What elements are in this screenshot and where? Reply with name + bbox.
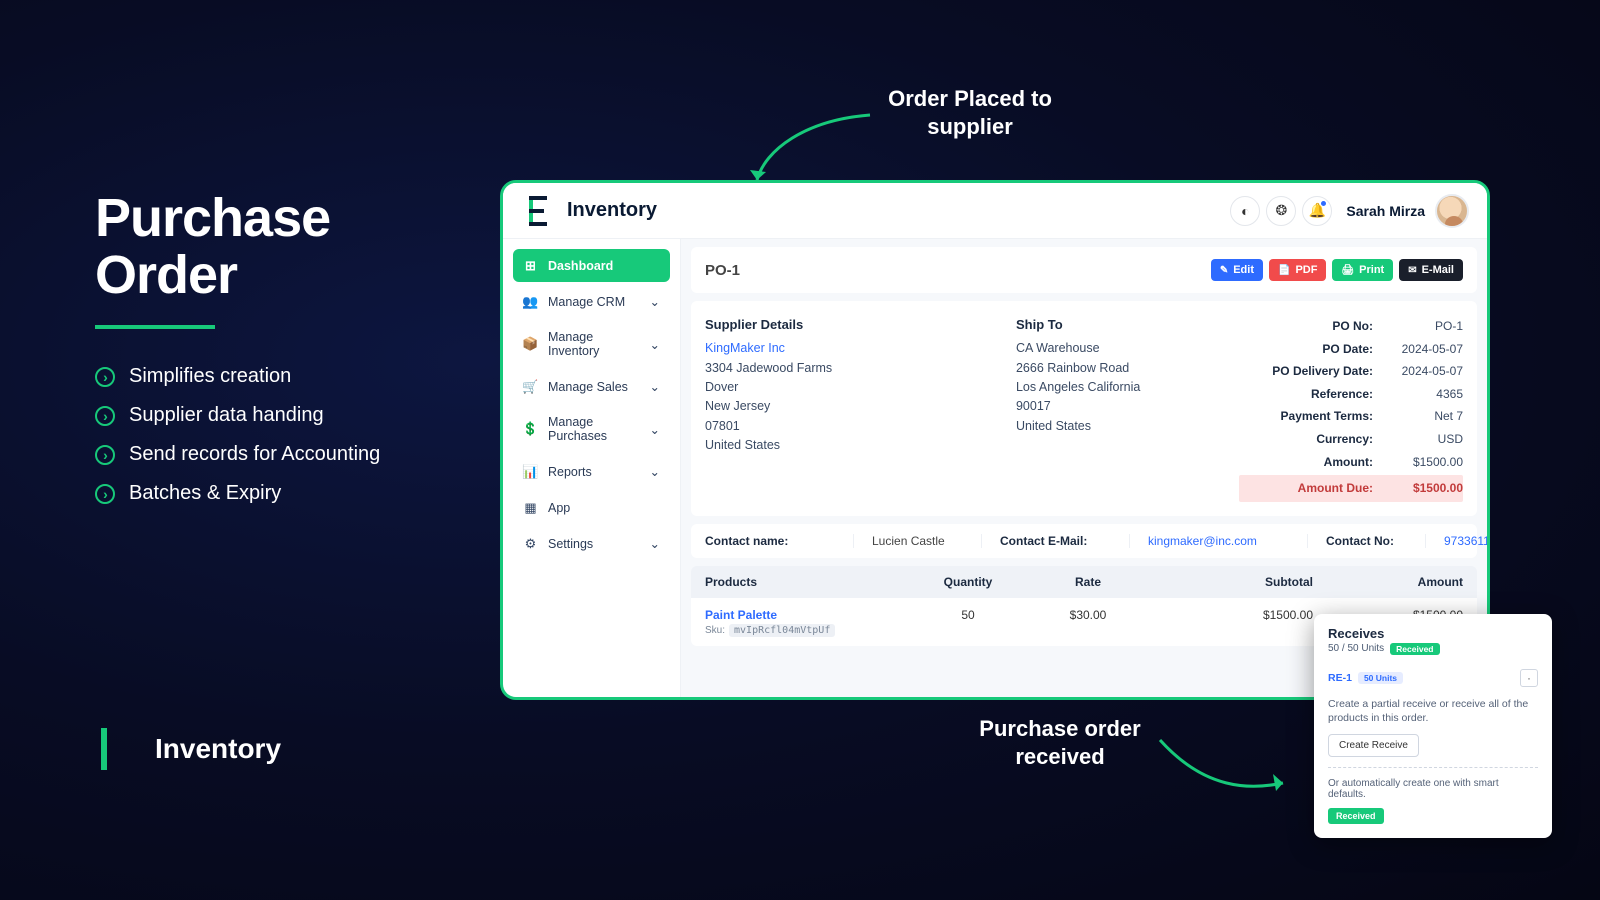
printer-icon: 🖨 bbox=[1341, 265, 1354, 276]
notifications-button[interactable]: 🔔 bbox=[1302, 196, 1332, 226]
units-badge: 50 Units bbox=[1358, 672, 1403, 684]
sidebar-item-label: Settings bbox=[548, 537, 593, 551]
receives-popup: Receives 50 / 50 Units Received RE-1 50 … bbox=[1314, 614, 1552, 838]
moon-icon: ◐ bbox=[1241, 203, 1249, 219]
receives-hint: Create a partial receive or receive all … bbox=[1328, 697, 1538, 726]
app-title: Inventory bbox=[567, 199, 657, 222]
chevron-down-icon: ⌄ bbox=[650, 379, 660, 394]
pencil-icon: ✎ bbox=[1220, 265, 1228, 276]
sidebar-item-label: Dashboard bbox=[548, 259, 613, 273]
sidebar-item-sales[interactable]: 🛒 Manage Sales ⌄ bbox=[513, 370, 670, 403]
promo-title: Purchase Order bbox=[95, 190, 465, 303]
sidebar-item-purchases[interactable]: 💲 Manage Purchases ⌄ bbox=[513, 406, 670, 452]
brand-logo: Inventory bbox=[95, 728, 281, 770]
chevron-down-icon: ⌄ bbox=[650, 422, 660, 437]
receives-units: 50 / 50 Units Received bbox=[1328, 643, 1538, 655]
supplier-details: Supplier Details KingMaker Inc 3304 Jade… bbox=[705, 315, 1016, 502]
sidebar-item-label: App bbox=[548, 501, 570, 515]
sidebar-item-inventory[interactable]: 📦 Manage Inventory ⌄ bbox=[513, 321, 670, 367]
supplier-name-link[interactable]: KingMaker Inc bbox=[705, 339, 1016, 358]
divider bbox=[1328, 767, 1538, 768]
received-button[interactable]: Received bbox=[1328, 808, 1384, 824]
sidebar-item-label: Manage Purchases bbox=[548, 415, 640, 443]
chevron-right-icon bbox=[95, 406, 115, 426]
contact-email-link[interactable]: kingmaker@inc.com bbox=[1148, 534, 1257, 548]
dashboard-icon: ⊞ bbox=[523, 258, 538, 273]
promo-bullet: Supplier data handing bbox=[95, 404, 465, 427]
theme-toggle[interactable]: ◐ bbox=[1230, 196, 1260, 226]
chevron-right-icon bbox=[95, 484, 115, 504]
gear-icon: ⚙ bbox=[523, 536, 538, 551]
amount-due: Amount Due:$1500.00 bbox=[1239, 475, 1463, 502]
po-topbar: PO-1 ✎Edit 📄PDF 🖨Print ✉E-Mail bbox=[691, 247, 1477, 293]
file-icon: 📄 bbox=[1278, 265, 1290, 276]
avatar bbox=[1435, 194, 1469, 228]
promo-bullet: Batches & Expiry bbox=[95, 482, 465, 505]
leaf-icon: ❂ bbox=[1276, 202, 1288, 219]
logo-icon bbox=[525, 196, 555, 226]
box-icon: 📦 bbox=[523, 337, 538, 352]
callout-top: Order Placed to supplier bbox=[870, 85, 1070, 140]
chevron-right-icon bbox=[95, 445, 115, 465]
callout-bottom: Purchase order received bbox=[960, 715, 1160, 770]
promo-underline bbox=[95, 325, 215, 329]
receive-id-link[interactable]: RE-1 bbox=[1328, 672, 1352, 684]
create-receive-button[interactable]: Create Receive bbox=[1328, 734, 1419, 757]
chevron-down-icon: ⌄ bbox=[650, 464, 660, 479]
po-meta: PO No:PO-1 PO Date:2024-05-07 PO Deliver… bbox=[1239, 315, 1463, 502]
sidebar-item-crm[interactable]: 👥 Manage CRM ⌄ bbox=[513, 285, 670, 318]
pdf-button[interactable]: 📄PDF bbox=[1269, 259, 1326, 281]
logo-icon bbox=[95, 728, 137, 770]
print-button[interactable]: 🖨Print bbox=[1332, 259, 1393, 281]
appbar: Inventory ◐ ❂ 🔔 Sarah Mirza bbox=[503, 183, 1487, 239]
promo-bullets: Simplifies creation Supplier data handin… bbox=[95, 365, 465, 505]
eco-button[interactable]: ❂ bbox=[1266, 196, 1296, 226]
grid-icon: ▦ bbox=[523, 500, 538, 515]
contact-bar: Contact name: Lucien Castle Contact E-Ma… bbox=[691, 524, 1477, 558]
contact-phone-link[interactable]: 9733611963 bbox=[1444, 534, 1487, 548]
product-link[interactable]: Paint Palette bbox=[705, 608, 913, 622]
email-button[interactable]: ✉E-Mail bbox=[1399, 259, 1463, 281]
expand-button[interactable]: · bbox=[1520, 669, 1538, 687]
sidebar-item-settings[interactable]: ⚙ Settings ⌄ bbox=[513, 527, 670, 560]
user-menu[interactable]: Sarah Mirza bbox=[1346, 194, 1469, 228]
brand-name: Inventory bbox=[155, 733, 281, 765]
chevron-right-icon bbox=[95, 367, 115, 387]
po-details-card: Supplier Details KingMaker Inc 3304 Jade… bbox=[691, 301, 1477, 516]
arrow-icon bbox=[1155, 735, 1295, 810]
cart-icon: 🛒 bbox=[523, 379, 538, 394]
sidebar-item-label: Reports bbox=[548, 465, 592, 479]
sidebar-item-app[interactable]: ▦ App bbox=[513, 491, 670, 524]
sidebar-item-label: Manage CRM bbox=[548, 295, 625, 309]
po-title: PO-1 bbox=[705, 262, 740, 279]
status-badge: Received bbox=[1390, 643, 1439, 655]
receives-auto-hint: Or automatically create one with smart d… bbox=[1328, 778, 1538, 800]
app-brand: Inventory bbox=[525, 196, 657, 226]
receives-title: Receives bbox=[1328, 626, 1538, 641]
dollar-icon: 💲 bbox=[523, 422, 538, 437]
sidebar: ⊞ Dashboard 👥 Manage CRM ⌄ 📦 Manage Inve… bbox=[503, 239, 681, 697]
promo-bullet: Simplifies creation bbox=[95, 365, 465, 388]
ship-to: Ship To CA Warehouse 2666 Rainbow Road L… bbox=[1016, 315, 1240, 502]
chevron-down-icon: ⌄ bbox=[650, 337, 660, 352]
people-icon: 👥 bbox=[523, 294, 538, 309]
chevron-down-icon: ⌄ bbox=[650, 536, 660, 551]
chevron-down-icon: ⌄ bbox=[650, 294, 660, 309]
mail-icon: ✉ bbox=[1408, 265, 1416, 276]
chart-icon: 📊 bbox=[523, 464, 538, 479]
sidebar-item-label: Manage Sales bbox=[548, 380, 628, 394]
promo-bullet: Send records for Accounting bbox=[95, 443, 465, 466]
edit-button[interactable]: ✎Edit bbox=[1211, 259, 1263, 281]
sidebar-item-dashboard[interactable]: ⊞ Dashboard bbox=[513, 249, 670, 282]
sidebar-item-label: Manage Inventory bbox=[548, 330, 640, 358]
sidebar-item-reports[interactable]: 📊 Reports ⌄ bbox=[513, 455, 670, 488]
notification-dot bbox=[1320, 200, 1327, 207]
user-name: Sarah Mirza bbox=[1346, 203, 1425, 219]
